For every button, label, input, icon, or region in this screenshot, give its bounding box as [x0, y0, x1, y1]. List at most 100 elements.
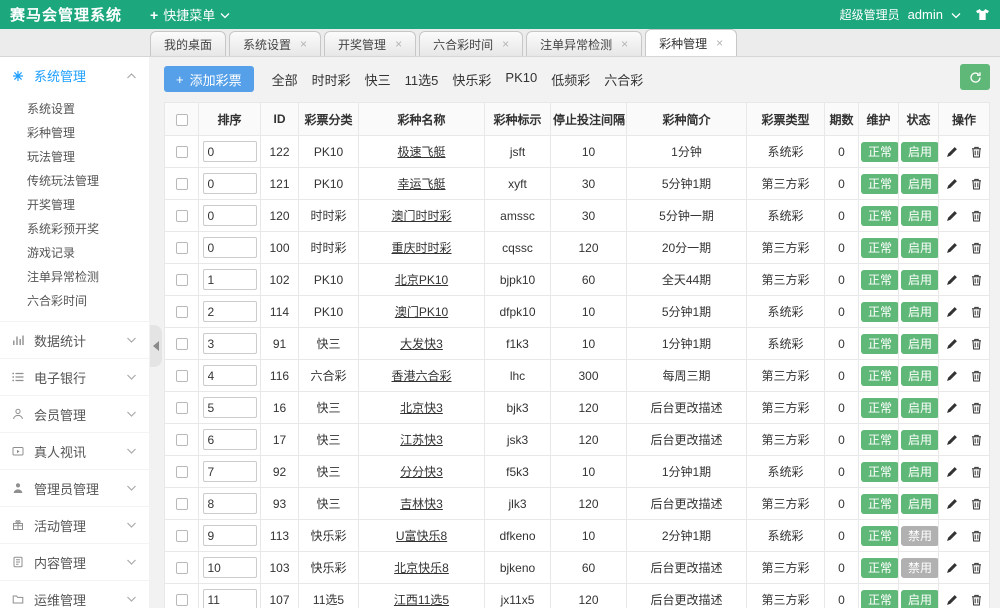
lottery-name-link[interactable]: 香港六合彩 [391, 369, 451, 383]
lottery-name-link[interactable]: 重庆时时彩 [391, 241, 451, 255]
sidebar-section-运维管理[interactable]: 运维管理 [0, 580, 149, 608]
tab-我的桌面[interactable]: 我的桌面 [150, 31, 226, 56]
maintain-badge[interactable]: 正常 [861, 366, 899, 386]
delete-icon[interactable] [971, 306, 982, 318]
edit-icon[interactable] [946, 402, 958, 414]
row-checkbox[interactable] [176, 562, 188, 574]
maintain-badge[interactable]: 正常 [861, 174, 899, 194]
maintain-badge[interactable]: 正常 [861, 238, 899, 258]
sort-input[interactable] [203, 301, 257, 322]
filter-时时彩[interactable]: 时时彩 [312, 70, 351, 89]
status-badge[interactable]: 启用 [901, 462, 939, 482]
sort-input[interactable] [203, 493, 257, 514]
status-badge[interactable]: 启用 [901, 366, 939, 386]
tab-注单异常检测[interactable]: 注单异常检测 × [526, 31, 642, 56]
tab-开奖管理[interactable]: 开奖管理 × [324, 31, 416, 56]
status-badge[interactable]: 禁用 [901, 526, 939, 546]
lottery-name-link[interactable]: 澳门时时彩 [391, 209, 451, 223]
row-checkbox[interactable] [176, 306, 188, 318]
sidebar-item-开奖管理[interactable]: 开奖管理 [0, 193, 149, 217]
maintain-badge[interactable]: 正常 [861, 526, 899, 546]
row-checkbox[interactable] [176, 434, 188, 446]
sort-input[interactable] [203, 173, 257, 194]
edit-icon[interactable] [946, 242, 958, 254]
lottery-name-link[interactable]: 江西11选5 [394, 593, 449, 607]
delete-icon[interactable] [971, 530, 982, 542]
close-icon[interactable]: × [300, 38, 307, 50]
row-checkbox[interactable] [176, 594, 188, 606]
quick-menu-button[interactable]: + 快捷菜单 [150, 5, 230, 24]
filter-PK10[interactable]: PK10 [505, 70, 537, 89]
edit-icon[interactable] [946, 274, 958, 286]
edit-icon[interactable] [946, 594, 958, 606]
filter-六合彩[interactable]: 六合彩 [604, 70, 643, 89]
close-icon[interactable]: × [395, 38, 402, 50]
sidebar-item-彩种管理[interactable]: 彩种管理 [0, 121, 149, 145]
lottery-name-link[interactable]: 极速飞艇 [397, 145, 445, 159]
sidebar-item-注单异常检测[interactable]: 注单异常检测 [0, 265, 149, 289]
theme-shirt-icon[interactable] [975, 8, 990, 21]
sort-input[interactable] [203, 525, 257, 546]
edit-icon[interactable] [946, 370, 958, 382]
sidebar-item-游戏记录[interactable]: 游戏记录 [0, 241, 149, 265]
sidebar-item-系统设置[interactable]: 系统设置 [0, 97, 149, 121]
lottery-name-link[interactable]: 澳门PK10 [395, 305, 448, 319]
lottery-name-link[interactable]: 江苏快3 [400, 433, 443, 447]
sort-input[interactable] [203, 365, 257, 386]
sidebar-item-系统彩预开奖[interactable]: 系统彩预开奖 [0, 217, 149, 241]
delete-icon[interactable] [971, 274, 982, 286]
lottery-name-link[interactable]: 吉林快3 [400, 497, 443, 511]
tab-彩种管理[interactable]: 彩种管理 × [645, 29, 737, 56]
row-checkbox[interactable] [176, 242, 188, 254]
delete-icon[interactable] [971, 210, 982, 222]
filter-快三[interactable]: 快三 [365, 70, 391, 89]
status-badge[interactable]: 启用 [901, 142, 939, 162]
sort-input[interactable] [203, 397, 257, 418]
add-lottery-button[interactable]: + 添加彩票 [164, 66, 254, 92]
delete-icon[interactable] [971, 178, 982, 190]
edit-icon[interactable] [946, 562, 958, 574]
maintain-badge[interactable]: 正常 [861, 142, 899, 162]
row-checkbox[interactable] [176, 402, 188, 414]
edit-icon[interactable] [946, 306, 958, 318]
tab-六合彩时间[interactable]: 六合彩时间 × [419, 31, 523, 56]
delete-icon[interactable] [971, 498, 982, 510]
row-checkbox[interactable] [176, 178, 188, 190]
row-checkbox[interactable] [176, 338, 188, 350]
sidebar-section-活动管理[interactable]: 活动管理 [0, 506, 149, 543]
sidebar-section-会员管理[interactable]: 会员管理 [0, 395, 149, 432]
edit-icon[interactable] [946, 434, 958, 446]
sidebar-collapse-handle[interactable] [150, 325, 162, 367]
row-checkbox[interactable] [176, 210, 188, 222]
sidebar-section-内容管理[interactable]: 内容管理 [0, 543, 149, 580]
close-icon[interactable]: × [621, 38, 628, 50]
lottery-name-link[interactable]: 幸运飞艇 [397, 177, 445, 191]
delete-icon[interactable] [971, 402, 982, 414]
maintain-badge[interactable]: 正常 [861, 558, 899, 578]
status-badge[interactable]: 启用 [901, 398, 939, 418]
row-checkbox[interactable] [176, 146, 188, 158]
filter-全部[interactable]: 全部 [272, 70, 298, 89]
sidebar-item-玩法管理[interactable]: 玩法管理 [0, 145, 149, 169]
lottery-name-link[interactable]: 北京PK10 [395, 273, 448, 287]
lottery-name-link[interactable]: 分分快3 [400, 465, 443, 479]
filter-快乐彩[interactable]: 快乐彩 [452, 70, 491, 89]
maintain-badge[interactable]: 正常 [861, 206, 899, 226]
filter-低频彩[interactable]: 低频彩 [551, 70, 590, 89]
maintain-badge[interactable]: 正常 [861, 302, 899, 322]
close-icon[interactable]: × [502, 38, 509, 50]
row-checkbox[interactable] [176, 370, 188, 382]
sort-input[interactable] [203, 141, 257, 162]
sidebar-section-系统管理[interactable]: 系统管理 [0, 57, 149, 94]
sort-input[interactable] [203, 461, 257, 482]
delete-icon[interactable] [971, 594, 982, 606]
user-menu[interactable]: 超级管理员 admin [840, 6, 961, 23]
edit-icon[interactable] [946, 146, 958, 158]
row-checkbox[interactable] [176, 530, 188, 542]
status-badge[interactable]: 禁用 [901, 558, 939, 578]
lottery-name-link[interactable]: 大发快3 [400, 337, 443, 351]
delete-icon[interactable] [971, 146, 982, 158]
sort-input[interactable] [203, 557, 257, 578]
row-checkbox[interactable] [176, 274, 188, 286]
maintain-badge[interactable]: 正常 [861, 398, 899, 418]
